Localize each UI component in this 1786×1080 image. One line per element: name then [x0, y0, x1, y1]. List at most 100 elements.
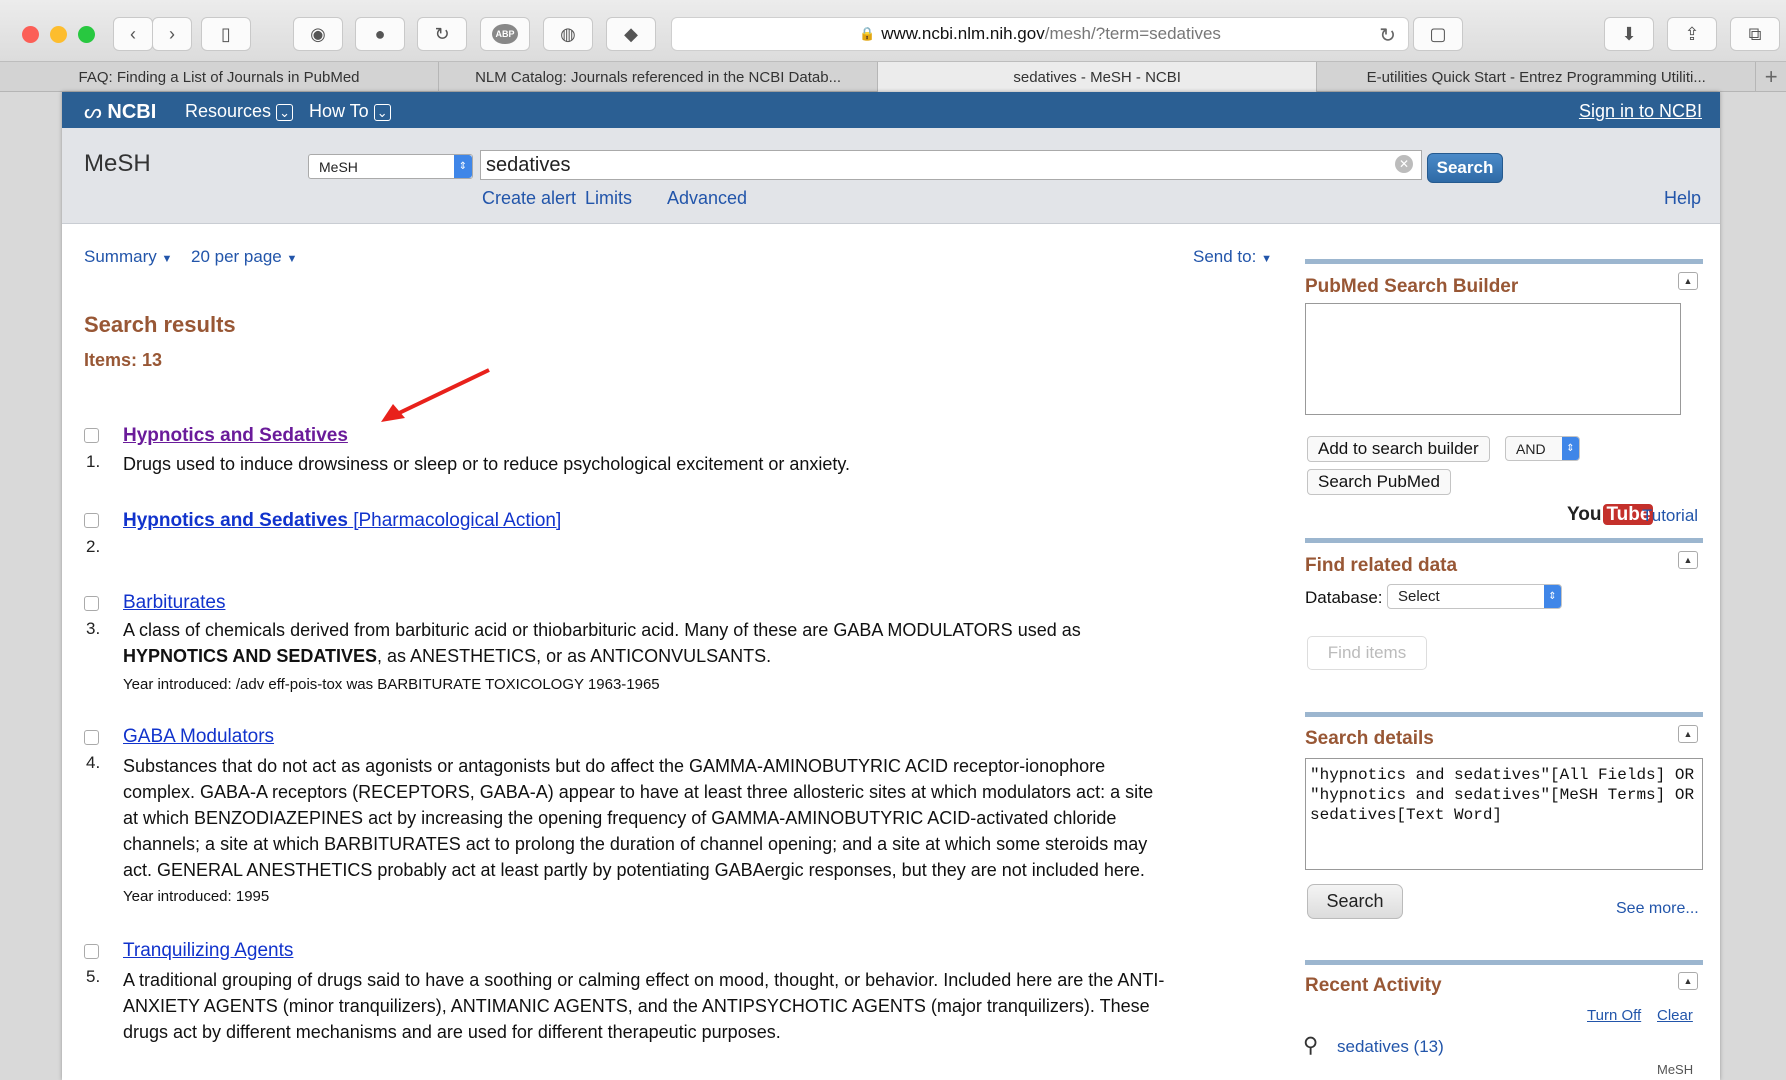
create-alert-link[interactable]: Create alert — [482, 188, 576, 209]
result-3-desc-bold: HYPNOTICS AND SEDATIVES — [123, 646, 378, 666]
caret-up-icon: ▲ — [1683, 729, 1693, 739]
extension-button-2[interactable]: ● — [355, 17, 405, 51]
adblock-icon: ABP — [492, 24, 518, 44]
url-path: /mesh/?term=sedatives — [1044, 24, 1221, 43]
refresh-icon: ↻ — [434, 23, 450, 44]
items-count: Items: 13 — [84, 350, 163, 370]
caret-up-icon: ▲ — [1683, 276, 1693, 286]
per-page-menu[interactable]: 20 per page ▼ — [191, 247, 297, 267]
howto-menu[interactable]: How To ⌄ — [309, 101, 391, 122]
tabs-icon: ⧉ — [1748, 23, 1762, 44]
result-1-description: Drugs used to induce drowsiness or sleep… — [123, 454, 851, 474]
result-5-description: A traditional grouping of drugs said to … — [123, 970, 1165, 1042]
downloads-button[interactable]: ⬇ — [1604, 17, 1654, 51]
shield-icon: ◉ — [310, 23, 326, 44]
search-input[interactable]: sedatives ✕ — [480, 150, 1422, 180]
zoom-window-button[interactable] — [78, 26, 95, 43]
new-tab-button[interactable]: + — [1756, 62, 1786, 91]
result-1-title-link[interactable]: Hypnotics and Sedatives — [123, 425, 348, 447]
builder-title: PubMed Search Builder — [1305, 276, 1519, 297]
recent-box-border — [1305, 960, 1703, 965]
summary-label: Summary — [84, 247, 157, 266]
result-4-year: Year introduced: 1995 — [123, 888, 270, 905]
limits-link[interactable]: Limits — [585, 188, 632, 209]
sidebar-toggle-button[interactable]: ▯ — [201, 17, 251, 51]
updown-chevron-icon: ⇕ — [454, 155, 472, 178]
result-3-desc-a: A class of chemicals derived from barbit… — [123, 620, 1081, 640]
result-2-suffix: [Pharmacological Action] — [353, 510, 562, 531]
back-button[interactable]: ‹ — [113, 17, 153, 51]
related-database-select[interactable]: Select ⇕ — [1387, 584, 1562, 609]
lock-icon: 🔒 — [859, 26, 876, 41]
find-items-button[interactable]: Find items — [1307, 636, 1427, 670]
chevron-left-icon: ‹ — [130, 23, 136, 44]
send-to-label: Send to: — [1193, 247, 1257, 266]
recent-activity-db: MeSH — [1657, 1062, 1694, 1077]
url-bar[interactable]: 🔒 www.ncbi.nlm.nih.gov/mesh/?term=sedati… — [671, 17, 1409, 51]
caret-down-icon: ▼ — [161, 253, 173, 265]
youtube-icon[interactable]: You Tube — [1567, 504, 1654, 526]
result-3-checkbox[interactable] — [84, 596, 99, 611]
send-to-menu[interactable]: Send to: ▼ — [1193, 247, 1272, 267]
database-title: MeSH — [84, 150, 151, 177]
details-search-button[interactable]: Search — [1307, 884, 1403, 919]
add-to-builder-button[interactable]: Add to search builder — [1307, 436, 1490, 462]
minimize-window-button[interactable] — [50, 26, 67, 43]
clear-link[interactable]: Clear — [1657, 1007, 1693, 1024]
database-select[interactable]: MeSH ⇕ — [308, 154, 473, 179]
ncbi-logo[interactable]: ᔕ NCBI — [84, 99, 156, 124]
result-1-checkbox[interactable] — [84, 428, 99, 443]
close-window-button[interactable] — [22, 26, 39, 43]
tab-faq[interactable]: FAQ: Finding a List of Journals in PubMe… — [0, 62, 440, 92]
resources-menu[interactable]: Resources ⌄ — [185, 101, 293, 122]
result-2-title-link[interactable]: Hypnotics and Sedatives [Pharmacological… — [123, 510, 561, 532]
extension-button-6[interactable]: ◆ — [606, 17, 656, 51]
result-5-title-link[interactable]: Tranquilizing Agents — [123, 940, 293, 962]
adblock-button[interactable]: ABP — [480, 17, 530, 51]
extension-button-1[interactable]: ◉ — [293, 17, 343, 51]
result-3-description: A class of chemicals derived from barbit… — [123, 617, 1173, 669]
search-button[interactable]: Search — [1427, 153, 1503, 183]
ncbi-header-bar: ᔕ NCBI Resources ⌄ How To ⌄ Sign in to N… — [62, 92, 1720, 128]
result-5-checkbox[interactable] — [84, 944, 99, 959]
tutorial-link[interactable]: Tutorial — [1642, 506, 1698, 526]
result-2-checkbox[interactable] — [84, 513, 99, 528]
search-pubmed-button[interactable]: Search PubMed — [1307, 469, 1451, 495]
recent-collapse-button[interactable]: ▲ — [1678, 972, 1698, 990]
advanced-link[interactable]: Advanced — [667, 188, 747, 209]
reader-button[interactable]: ▢ — [1413, 17, 1463, 51]
reload-icon[interactable]: ↻ — [1379, 23, 1396, 48]
tab-nlm-catalog[interactable]: NLM Catalog: Journals referenced in the … — [439, 62, 879, 92]
extension-button-3[interactable]: ↻ — [417, 17, 467, 51]
result-5-number: 5. — [86, 967, 101, 986]
help-link[interactable]: Help — [1664, 188, 1701, 209]
builder-collapse-button[interactable]: ▲ — [1678, 272, 1698, 290]
summary-format-menu[interactable]: Summary ▼ — [84, 247, 172, 267]
caret-up-icon: ▲ — [1683, 555, 1693, 565]
tabs-overview-button[interactable]: ⧉ — [1730, 17, 1780, 51]
per-page-label: 20 per page — [191, 247, 282, 266]
database-select-value: MeSH — [319, 159, 358, 175]
tab-eutilities[interactable]: E-utilities Quick Start - Entrez Program… — [1317, 62, 1757, 92]
details-collapse-button[interactable]: ▲ — [1678, 725, 1698, 743]
result-3-number: 3. — [86, 619, 101, 638]
operator-select[interactable]: AND ⇕ — [1505, 436, 1580, 461]
recent-activity-item[interactable]: sedatives (13) — [1337, 1037, 1444, 1057]
forward-button[interactable]: › — [152, 17, 192, 51]
share-button[interactable]: ⇪ — [1667, 17, 1717, 51]
result-4-title-link[interactable]: GABA Modulators — [123, 726, 274, 748]
result-4-checkbox[interactable] — [84, 730, 99, 745]
tab-sedatives-mesh[interactable]: sedatives - MeSH - NCBI — [878, 62, 1318, 92]
sign-in-link[interactable]: Sign in to NCBI — [1579, 101, 1702, 122]
search-details-textarea[interactable]: "hypnotics and sedatives"[All Fields] OR… — [1305, 758, 1703, 870]
search-builder-textarea[interactable] — [1305, 303, 1681, 415]
turn-off-link[interactable]: Turn Off — [1587, 1007, 1641, 1024]
search-input-value: sedatives — [486, 154, 571, 176]
extension-button-5[interactable]: ◍ — [543, 17, 593, 51]
clear-input-icon[interactable]: ✕ — [1395, 155, 1413, 173]
related-title: Find related data — [1305, 555, 1458, 576]
see-more-link[interactable]: See more... — [1616, 900, 1699, 918]
related-collapse-button[interactable]: ▲ — [1678, 551, 1698, 569]
operator-select-value: AND — [1516, 441, 1546, 457]
result-3-title-link[interactable]: Barbiturates — [123, 592, 225, 614]
